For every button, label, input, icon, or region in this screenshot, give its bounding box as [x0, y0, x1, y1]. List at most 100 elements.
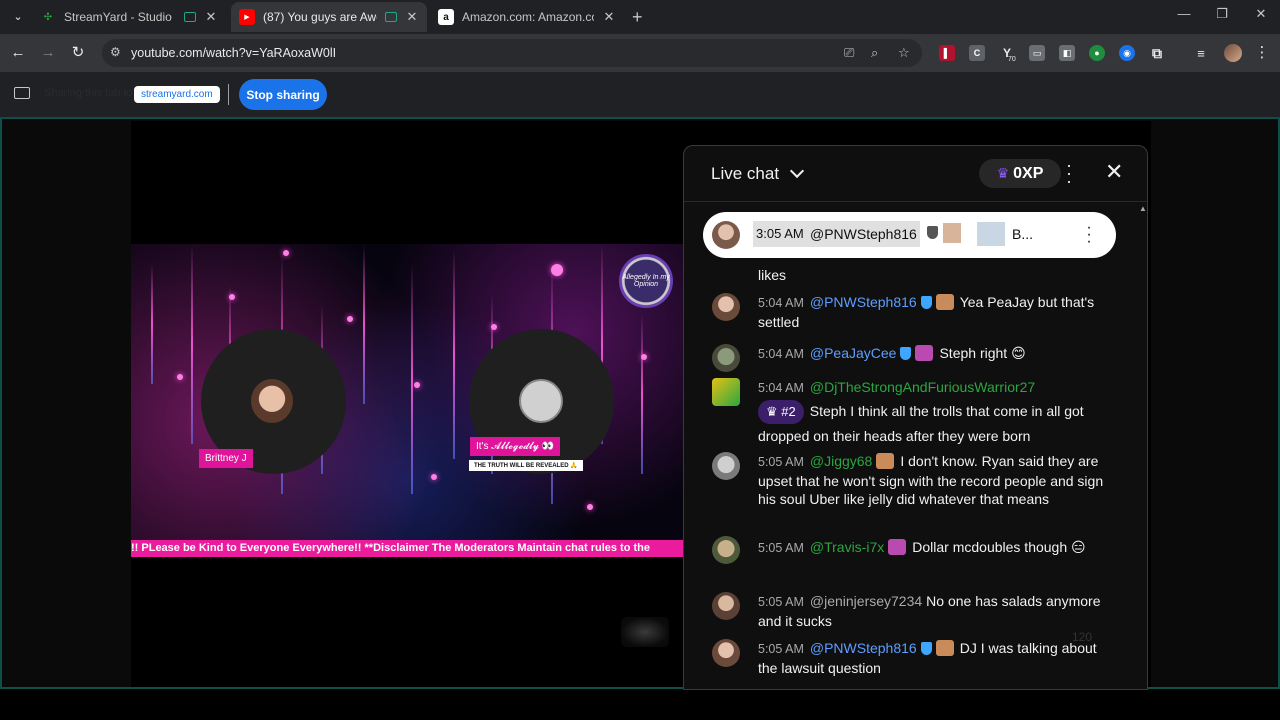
forward-button[interactable]: →: [38, 43, 58, 63]
media-controls-icon[interactable]: ≡: [1193, 45, 1209, 61]
chat-message-text: Dollar mcdoubles though 😑: [912, 539, 1086, 555]
chat-author[interactable]: @DjTheStrongAndFuriousWarrior27: [810, 379, 1035, 395]
more-options-icon[interactable]: · · ·: [1086, 220, 1092, 250]
back-button[interactable]: ←: [8, 43, 28, 63]
tab-search-button[interactable]: ⌄: [8, 7, 28, 27]
chat-title[interactable]: Live chat: [711, 164, 779, 184]
chat-author[interactable]: @PNWSteph816: [807, 221, 920, 247]
member-badge-icon: [876, 453, 895, 469]
avatar[interactable]: [712, 293, 740, 321]
youtube-icon: ▶: [239, 9, 255, 25]
avatar[interactable]: [712, 639, 740, 667]
tab-sharing-icon: [385, 12, 397, 22]
address-bar[interactable]: ⚙ youtube.com/watch?v=YaRAoxaW0lI ⎚ ⌕ ☆: [102, 39, 922, 67]
bookmark-star-icon[interactable]: ☆: [898, 45, 910, 61]
faint-counter: 120: [1072, 630, 1093, 644]
restore-button[interactable]: ❐: [1212, 6, 1232, 22]
xp-button[interactable]: ♛ 0XP: [979, 159, 1061, 188]
browser-menu-icon[interactable]: ⋮: [1252, 43, 1272, 63]
minimize-button[interactable]: —: [1174, 6, 1194, 21]
guest-subtitle-tag: THE TRUTH WILL BE REVEALED 🙏: [469, 460, 583, 471]
tab-amazon[interactable]: a Amazon.com: Amazon.com Gift ✕: [430, 2, 624, 32]
site-info-icon[interactable]: ⚙: [110, 45, 121, 59]
guest-name-tag: It's 𝓐𝓵𝓵𝓮𝓰𝓮𝓭𝓵𝔂 👀: [470, 437, 561, 456]
chat-message-text: Steph right 😊: [939, 345, 1026, 361]
member-badge-icon: [915, 345, 934, 361]
close-icon[interactable]: ✕: [405, 9, 419, 25]
chat-message-text: Steph I think all the trolls that come i…: [758, 403, 1084, 444]
chat-author[interactable]: @PNWSteph816: [810, 294, 917, 310]
scroll-up-icon[interactable]: ▲: [1139, 204, 1147, 213]
amazon-icon: a: [438, 9, 454, 25]
avatar[interactable]: [712, 536, 740, 564]
tab-strip: ⌄ ✣ StreamYard - Studio ✕ ▶ (87) You guy…: [0, 0, 1280, 34]
member-badge-icon: [935, 294, 954, 310]
extension-icon[interactable]: ◉: [1119, 45, 1135, 61]
chat-timestamp: 5:05 AM: [758, 455, 804, 469]
chat-author[interactable]: @Travis-i7x: [810, 539, 884, 555]
member-badge-icon: [888, 539, 907, 555]
close-icon[interactable]: ✕: [204, 9, 218, 25]
rank-badge: ♛ #2: [758, 400, 804, 424]
member-badge-icon: [943, 223, 961, 243]
moderator-badge-icon: [920, 296, 932, 309]
show-logo: Allegedly In my Opinion: [619, 254, 673, 308]
extension-icon[interactable]: ●: [1089, 45, 1105, 61]
tab-title: Amazon.com: Amazon.com Gift: [462, 10, 594, 24]
guest-name-tag: Brittney J: [199, 449, 253, 468]
pinned-message[interactable]: 3:05 AM @PNWSteph816 B... · · ·: [703, 212, 1116, 258]
avatar[interactable]: [712, 221, 740, 249]
member-badge-icon: [935, 640, 954, 656]
url-text: youtube.com/watch?v=YaRAoxaW0lI: [131, 46, 337, 60]
chat-timestamp: 5:05 AM: [758, 541, 804, 555]
install-app-icon[interactable]: ⎚: [844, 45, 854, 61]
chat-author[interactable]: @PeaJayCee: [810, 345, 897, 361]
guest-avatar: [519, 379, 563, 423]
guest-avatar: [251, 379, 293, 423]
chat-header: Live chat ♛ 0XP · · · ✕: [684, 146, 1147, 202]
tab-title: StreamYard - Studio: [64, 10, 172, 24]
tab-youtube[interactable]: ▶ (87) You guys are Awesome ✕: [231, 2, 427, 32]
chat-timestamp: 5:05 AM: [758, 642, 804, 656]
avatar[interactable]: [712, 592, 740, 620]
chat-author[interactable]: @PNWSteph816: [810, 640, 917, 656]
tab-sharing-bar: Sharing this tab to streamyard.com Stop …: [0, 72, 1280, 117]
extension-icon[interactable]: ▌: [939, 45, 955, 61]
window-close-button[interactable]: ✕: [1251, 6, 1271, 22]
chat-author[interactable]: @Jiggy68: [810, 453, 872, 469]
avatar[interactable]: [712, 452, 740, 480]
avatar[interactable]: [712, 344, 740, 372]
tab-sharing-icon: [184, 12, 196, 22]
reload-button[interactable]: ↻: [68, 43, 88, 63]
chat-timestamp: 5:05 AM: [758, 595, 804, 609]
moderator-badge-icon: [900, 347, 912, 360]
tab-streamyard[interactable]: ✣ StreamYard - Studio ✕: [32, 2, 226, 32]
chat-timestamp: 5:04 AM: [758, 296, 804, 310]
extension-icon[interactable]: ▭: [1029, 45, 1045, 61]
sticker-image: [977, 222, 1005, 246]
profile-avatar[interactable]: [1224, 44, 1242, 62]
crown-icon: ♛: [766, 404, 778, 419]
zoom-icon[interactable]: ⌕: [871, 45, 878, 61]
divider: [228, 84, 229, 105]
stop-sharing-button[interactable]: Stop sharing: [239, 79, 327, 110]
close-icon[interactable]: ✕: [1105, 159, 1123, 185]
close-icon[interactable]: ✕: [602, 9, 616, 25]
sharing-text: Sharing this tab to: [44, 87, 133, 99]
chevron-down-icon[interactable]: [789, 163, 805, 179]
new-tab-button[interactable]: +: [632, 7, 643, 28]
chat-author[interactable]: @jeninjersey7234: [810, 593, 922, 609]
streamyard-icon: ✣: [43, 11, 53, 23]
watermark-logo: [621, 617, 669, 647]
screen-share-icon: [14, 87, 30, 99]
chat-message-text: B...: [1012, 226, 1034, 242]
crown-icon: ♛: [996, 165, 1010, 181]
extension-badge-count: 70: [1008, 56, 1016, 63]
xp-value: 0XP: [1013, 164, 1044, 182]
avatar[interactable]: [712, 378, 740, 406]
more-options-icon[interactable]: · · ·: [1065, 156, 1073, 190]
extensions-puzzle-icon[interactable]: ⧉: [1149, 45, 1165, 61]
sharing-domain-link[interactable]: streamyard.com: [134, 86, 220, 103]
extension-c-icon[interactable]: C: [969, 45, 985, 61]
extension-icon[interactable]: ◧: [1059, 45, 1075, 61]
